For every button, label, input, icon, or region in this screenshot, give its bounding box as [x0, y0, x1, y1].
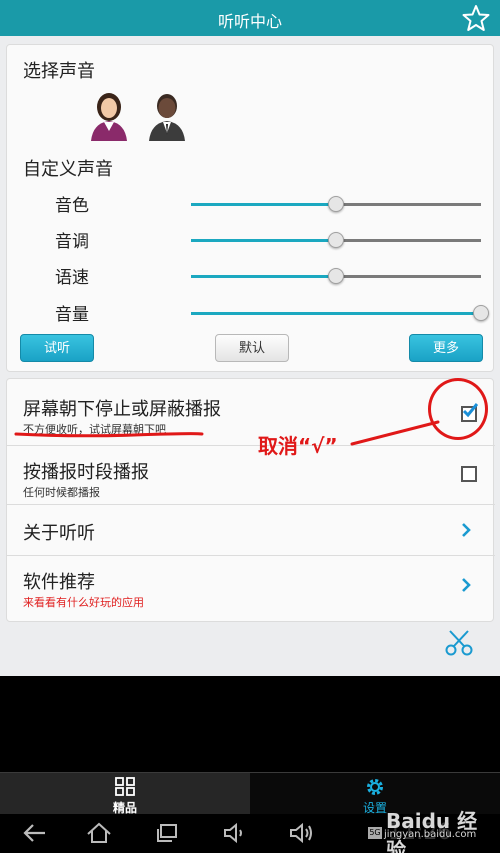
watermark-url: jingyan.baidu.com [384, 829, 477, 840]
annotation-text: 取消“√” [258, 434, 338, 458]
slider-thumb[interactable] [328, 268, 344, 284]
slider-fill [191, 239, 336, 242]
volume-down-icon[interactable] [222, 822, 248, 844]
time-period-checkbox[interactable] [461, 466, 477, 482]
volume-slider-row: 音量 [7, 300, 495, 325]
slider-label: 音量 [55, 305, 89, 325]
recent-apps-icon[interactable] [154, 822, 180, 844]
slider-thumb[interactable] [328, 196, 344, 212]
page-title: 听听中心 [217, 12, 282, 31]
gear-icon [367, 779, 383, 795]
setting-title: 软件推荐 [23, 572, 95, 593]
slider-thumb[interactable] [328, 232, 344, 248]
listen-button[interactable]: 试听 [20, 334, 94, 362]
star-icon[interactable] [462, 4, 490, 32]
app-recommend-row[interactable]: 软件推荐 来看看有什么好玩的应用 [7, 556, 495, 622]
volume-slider[interactable] [191, 312, 481, 315]
setting-title: 按播报时段播报 [23, 462, 149, 483]
chevron-right-icon [462, 578, 471, 592]
select-voice-heading: 选择声音 [23, 61, 95, 82]
back-icon[interactable] [22, 822, 48, 844]
slider-label: 音色 [55, 196, 89, 216]
slider-label: 语速 [55, 268, 89, 288]
slider-fill [191, 275, 336, 278]
slider-thumb[interactable] [473, 305, 489, 321]
setting-title: 屏幕朝下停止或屏蔽播报 [23, 399, 221, 420]
grid-icon [115, 777, 135, 796]
slider-fill [191, 203, 336, 206]
annotation-arrow-line [350, 420, 440, 446]
setting-title: 关于听听 [23, 523, 95, 544]
home-icon[interactable] [86, 822, 112, 844]
custom-voice-heading: 自定义声音 [23, 159, 113, 180]
slider-fill [191, 312, 481, 315]
scissors-icon[interactable] [444, 628, 474, 656]
default-button[interactable]: 默认 [215, 334, 289, 362]
app-window: 听听中心 选择声音 自定义声音 音色 音调 语速 音量 试听 默认 更多 屏幕朝… [0, 0, 500, 676]
more-button[interactable]: 更多 [409, 334, 483, 362]
volume-up-icon[interactable] [288, 822, 314, 844]
annotation-underline [14, 432, 204, 438]
speed-slider-row: 语速 [7, 263, 495, 288]
title-bar: 听听中心 [0, 0, 500, 36]
watermark: Baidu 经验 5G jingyan.baidu.com [366, 803, 496, 853]
pitch-slider-row: 音调 [7, 227, 495, 252]
timbre-slider-row: 音色 [7, 191, 495, 216]
voice-card: 选择声音 自定义声音 音色 音调 语速 音量 试听 默认 更多 [6, 44, 494, 372]
tab-featured[interactable]: 精品 [0, 773, 250, 815]
settings-card: 屏幕朝下停止或屏蔽播报 不方便收听，试试屏幕朝下吧 按播报时段播报 任何时候都播… [6, 378, 495, 622]
watermark-badge: 5G [368, 827, 382, 839]
about-row[interactable]: 关于听听 [7, 505, 495, 555]
time-period-setting-row[interactable]: 按播报时段播报 任何时候都播报 [7, 446, 495, 504]
setting-subtitle: 任何时候都播报 [23, 486, 100, 499]
slider-label: 音调 [55, 232, 89, 252]
chevron-right-icon [462, 523, 471, 537]
female-voice-avatar-icon[interactable] [87, 89, 131, 141]
male-voice-avatar-icon[interactable] [145, 89, 189, 141]
setting-subtitle: 来看看有什么好玩的应用 [23, 596, 144, 609]
